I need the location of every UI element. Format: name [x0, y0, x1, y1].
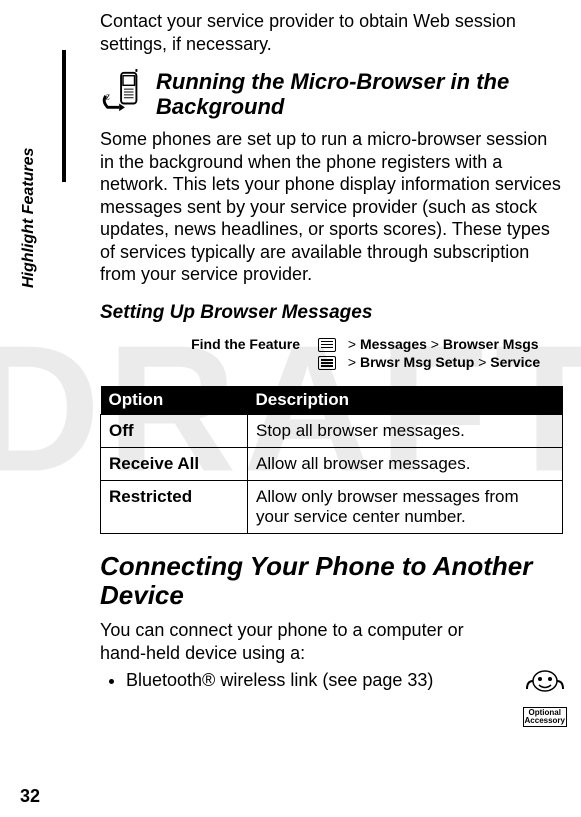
menu-key-icon [318, 356, 336, 370]
menu-key-icon [318, 338, 336, 352]
connect-body: You can connect your phone to a computer… [100, 619, 563, 664]
find-feature-row-1: Find the Feature > Messages > Browser Ms… [100, 336, 563, 352]
table-row: Restricted Allow only browser messages f… [101, 481, 563, 534]
accessory-label-2: Accessory [525, 717, 565, 725]
options-table: Option Description Off Stop all browser … [100, 386, 563, 534]
micro-browser-heading: Running the Micro-Browser in the Backgro… [156, 69, 563, 120]
nav-item: Service [490, 354, 540, 370]
gt: > [348, 336, 356, 352]
table-row: Off Stop all browser messages. [101, 415, 563, 448]
option-desc: Allow all browser messages. [248, 448, 563, 481]
find-feature-row-2: > Brwsr Msg Setup > Service [100, 354, 563, 370]
option-name: Restricted [101, 481, 248, 534]
find-feature-label-empty [100, 354, 318, 370]
micro-browser-body: Some phones are set up to run a micro-br… [100, 128, 563, 286]
option-name: Off [101, 415, 248, 448]
gt: > [431, 336, 439, 352]
setup-heading: Setting Up Browser Messages [100, 302, 563, 324]
gt: > [478, 354, 486, 370]
nav-path-1: > Messages > Browser Msgs [318, 336, 539, 352]
optional-accessory-icon: Optional Accessory [523, 667, 567, 727]
nav-item: Messages [360, 336, 427, 352]
gt: > [348, 354, 356, 370]
nav-item: Brwsr Msg Setup [360, 354, 474, 370]
option-desc: Stop all browser messages. [248, 415, 563, 448]
col-option: Option [101, 386, 248, 415]
option-desc: Allow only browser messages from your se… [248, 481, 563, 534]
option-name: Receive All [101, 448, 248, 481]
phone-arrow-icon: z [100, 69, 146, 120]
table-row: Receive All Allow all browser messages. [101, 448, 563, 481]
col-description: Description [248, 386, 563, 415]
connect-bullets: Bluetooth® wireless link (see page 33) [100, 670, 563, 691]
connect-body-wrap: You can connect your phone to a computer… [100, 619, 563, 691]
svg-text:z: z [105, 92, 110, 103]
intro-paragraph: Contact your service provider to obtain … [100, 10, 563, 55]
page-content: Contact your service provider to obtain … [0, 0, 581, 817]
nav-item: Browser Msgs [443, 336, 539, 352]
connect-heading: Connecting Your Phone to Another Device [100, 552, 563, 609]
nav-path-2: > Brwsr Msg Setup > Service [318, 354, 540, 370]
micro-browser-heading-row: z Running the Micro-Browser in the Backg… [100, 69, 563, 120]
find-feature-label: Find the Feature [100, 336, 318, 352]
list-item: Bluetooth® wireless link (see page 33) [126, 670, 563, 691]
